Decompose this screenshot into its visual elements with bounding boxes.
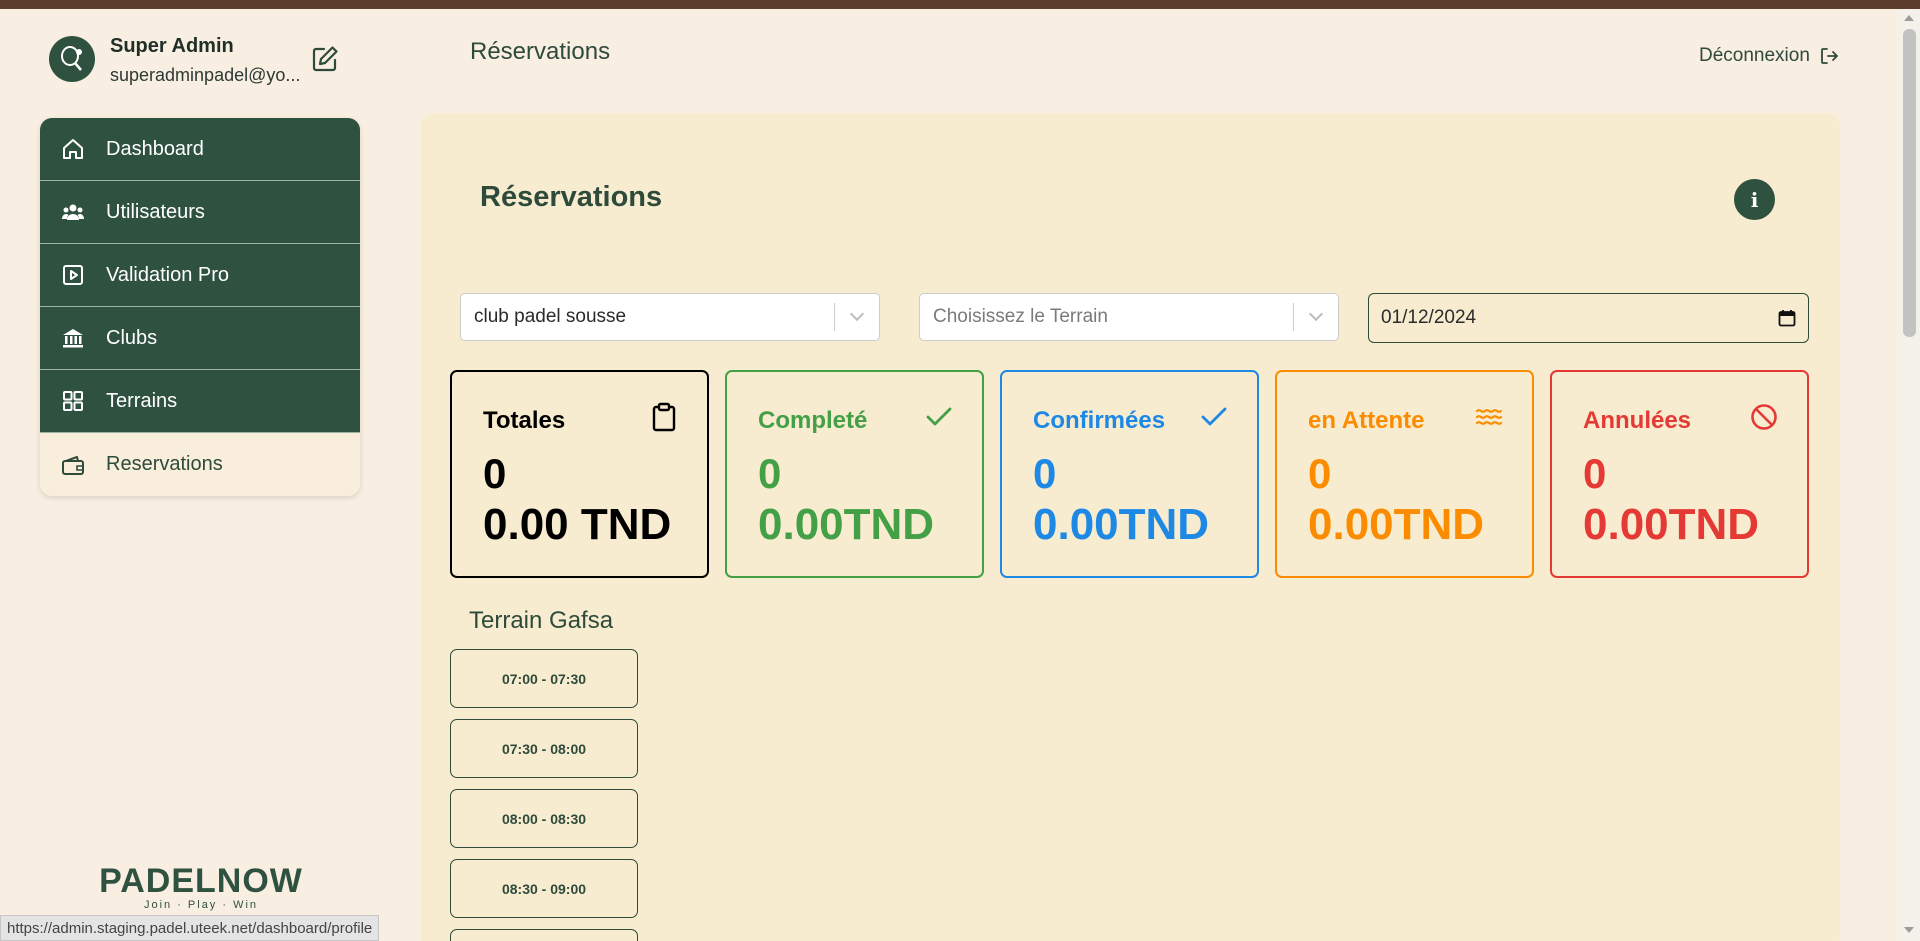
logout-label: Déconnexion — [1699, 45, 1810, 66]
scroll-up-arrow[interactable] — [1904, 15, 1914, 21]
app-logo: PADELNOW Join · Play · Win — [98, 862, 304, 911]
waves-icon — [1475, 409, 1503, 425]
logo-text: PADELNOW — [99, 862, 303, 900]
time-slot-button[interactable] — [450, 929, 638, 941]
check-icon — [926, 407, 952, 426]
time-slot-button[interactable]: 07:00 - 07:30 — [450, 649, 638, 708]
users-icon — [60, 199, 86, 225]
card-title: Annulées — [1583, 407, 1692, 434]
card-title: Completé — [758, 407, 868, 434]
reservations-panel: Réservations i club padel sousse Choisis… — [421, 113, 1840, 941]
page-scrollbar[interactable] — [1899, 9, 1920, 941]
profile-email: superadminpadel@yo... — [110, 65, 301, 85]
section-title: Réservations — [480, 181, 663, 213]
date-input[interactable]: 01/12/2024 — [1368, 293, 1809, 343]
club-select[interactable]: club padel sousse — [460, 293, 880, 341]
wallet-icon — [60, 452, 86, 478]
terrain-select[interactable]: Choisissez le Terrain — [919, 293, 1339, 341]
sidebar-item-clubs[interactable]: Clubs — [40, 307, 360, 370]
card-amount: 0.00TND — [1308, 500, 1485, 549]
stat-card-confirmees: Confirmées 0 0.00TND — [1000, 370, 1259, 578]
padel-racket-icon — [61, 46, 82, 71]
sidebar-item-label: Clubs — [106, 326, 158, 349]
sidebar-item-label: Dashboard — [106, 137, 204, 160]
time-slot-button[interactable]: 07:30 - 08:00 — [450, 719, 638, 778]
clipboard-icon — [652, 402, 676, 432]
edit-icon — [312, 46, 338, 72]
info-icon: i — [1750, 187, 1759, 212]
card-amount: 0.00 TND — [483, 500, 672, 549]
card-amount: 0.00TND — [1583, 500, 1760, 549]
browser-status-url: https://admin.staging.padel.uteek.net/da… — [0, 915, 380, 941]
card-amount: 0.00TND — [1033, 500, 1210, 549]
stat-card-en-attente: en Attente 0 0.00TND — [1275, 370, 1534, 578]
sidebar-item-terrains[interactable]: Terrains — [40, 370, 360, 433]
logout-icon — [1821, 48, 1838, 64]
card-title: Confirmées — [1033, 407, 1166, 434]
chevron-down-icon[interactable] — [835, 306, 879, 322]
avatar[interactable] — [49, 36, 95, 82]
calendar-icon[interactable] — [1778, 309, 1796, 327]
sidebar-item-dashboard[interactable]: Dashboard — [40, 118, 360, 181]
club-select-value: club padel sousse — [474, 306, 627, 327]
card-count: 0 — [758, 450, 782, 497]
card-amount: 0.00TND — [758, 500, 935, 549]
scroll-thumb[interactable] — [1903, 29, 1916, 337]
sidebar-item-label: Validation Pro — [106, 263, 230, 286]
logout-button[interactable]: Déconnexion — [1699, 45, 1839, 67]
card-title: Totales — [483, 407, 566, 434]
sidebar-item-label: Utilisateurs — [106, 200, 205, 223]
card-title: en Attente — [1308, 407, 1425, 434]
window-top-border — [0, 0, 1920, 9]
chevron-down-icon[interactable] — [1294, 306, 1338, 322]
profile-name: Super Admin — [110, 35, 234, 57]
scroll-down-arrow[interactable] — [1904, 927, 1914, 933]
card-count: 0 — [1033, 450, 1057, 497]
sidebar-item-validation-pro[interactable]: Validation Pro — [40, 244, 360, 307]
sidebar-item-reservations[interactable]: Reservations — [40, 433, 360, 496]
stat-card-annulees: Annulées 0 0.00TND — [1550, 370, 1809, 578]
stat-card-totales: Totales 0 0.00 TND — [450, 370, 709, 578]
bank-icon — [60, 325, 86, 351]
info-button[interactable]: i — [1734, 179, 1775, 220]
stat-card-complete: Completé 0 0.00TND — [725, 370, 984, 578]
terrain-name: Terrain Gafsa — [469, 607, 614, 634]
user-profile: Super Admin superadminpadel@yo... — [49, 35, 369, 91]
card-count: 0 — [1583, 450, 1607, 497]
time-slot-button[interactable]: 08:00 - 08:30 — [450, 789, 638, 848]
home-icon — [60, 136, 86, 162]
grid-icon — [60, 388, 86, 414]
card-count: 0 — [1308, 450, 1332, 497]
sidebar-item-utilisateurs[interactable]: Utilisateurs — [40, 181, 360, 244]
check-icon — [1201, 407, 1227, 426]
ban-icon — [1751, 404, 1777, 430]
sidebar-item-label: Reservations — [106, 453, 223, 475]
terrain-select-placeholder: Choisissez le Terrain — [933, 306, 1108, 327]
card-count: 0 — [483, 450, 507, 497]
play-square-icon — [60, 262, 86, 288]
sidebar-nav: Dashboard Utilisateurs Validation Pro Cl… — [40, 118, 360, 496]
edit-profile-button[interactable] — [310, 44, 340, 74]
sidebar-item-label: Terrains — [106, 389, 178, 412]
date-value: 01/12/2024 — [1381, 307, 1477, 328]
page-title: Réservations — [470, 38, 611, 65]
time-slot-button[interactable]: 08:30 - 09:00 — [450, 859, 638, 918]
